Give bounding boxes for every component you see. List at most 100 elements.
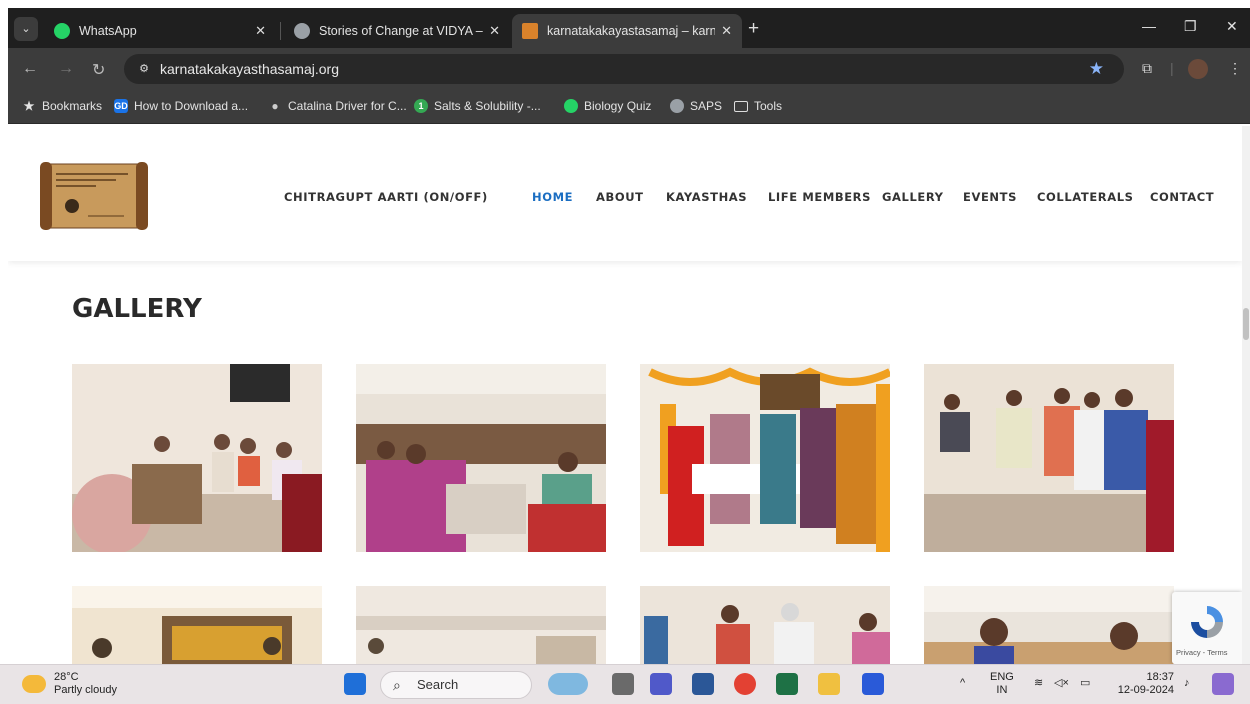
- chrome-icon[interactable]: [734, 673, 756, 695]
- scrollbar-thumb[interactable]: [1243, 308, 1249, 340]
- bookmark-how-to-download[interactable]: GD How to Download a...: [114, 99, 248, 113]
- gd-icon: GD: [114, 99, 128, 113]
- wifi-icon[interactable]: ≋: [1034, 677, 1043, 690]
- gallery-photo-4[interactable]: [924, 364, 1174, 552]
- browser-window: ⌄ WhatsApp ✕ Stories of Change at VIDYA …: [8, 8, 1250, 664]
- whatsapp-icon: [564, 99, 578, 113]
- bookmarks-bar: ★ Bookmarks GD How to Download a... ● Ca…: [8, 90, 1250, 124]
- nav-collaterals[interactable]: COLLATERALS: [1037, 190, 1134, 204]
- windows-start-icon[interactable]: [344, 673, 366, 695]
- launcher-l-icon[interactable]: [862, 673, 884, 695]
- nav-life-members[interactable]: LIFE MEMBERS: [768, 190, 871, 204]
- bookmark-label: SAPS: [690, 99, 723, 113]
- clock[interactable]: 18:37 12-09-2024: [1112, 671, 1174, 697]
- clock-date: 12-09-2024: [1117, 684, 1174, 696]
- toolbar-divider: |: [1170, 60, 1174, 76]
- page-scrollbar[interactable]: [1242, 126, 1250, 664]
- copilot-icon[interactable]: [548, 673, 588, 695]
- excel-icon[interactable]: [776, 673, 798, 695]
- bookmark-label: Biology Quiz: [584, 99, 652, 113]
- nav-chitragupt-aarti[interactable]: CHITRAGUPT AARTI (ON/OFF): [284, 190, 488, 204]
- bookmark-biology-quiz[interactable]: Biology Quiz: [564, 99, 651, 113]
- apple-icon: ●: [271, 99, 279, 113]
- bookmark-label: Catalina Driver for C...: [288, 99, 407, 113]
- bookmark-tools-folder[interactable]: Tools: [734, 99, 782, 113]
- bookmark-salts-solubility[interactable]: 1 Salts & Solubility -...: [414, 99, 541, 113]
- copilot-preview-icon[interactable]: [1212, 673, 1234, 695]
- recaptcha-badge[interactable]: Privacy - Terms: [1172, 592, 1242, 664]
- nav-home[interactable]: HOME: [532, 190, 573, 204]
- new-tab-button[interactable]: +: [748, 18, 759, 40]
- reload-icon[interactable]: ↻: [92, 60, 105, 80]
- file-explorer-icon[interactable]: [818, 673, 840, 695]
- address-bar[interactable]: ⚙ karnatakakayasthasamaj.org ★: [124, 54, 1124, 84]
- nav-about[interactable]: ABOUT: [596, 190, 644, 204]
- gallery-photo-7[interactable]: [640, 586, 890, 664]
- close-icon[interactable]: ✕: [489, 23, 500, 39]
- web-page: CHITRAGUPT AARTI (ON/OFF) HOME ABOUT KAY…: [8, 126, 1242, 664]
- recaptcha-icon: [1191, 606, 1223, 638]
- clock-time: 18:37: [1146, 671, 1174, 683]
- whatsapp-icon: [54, 23, 70, 39]
- restore-button[interactable]: ❐: [1184, 18, 1197, 35]
- gallery-photo-6[interactable]: [356, 586, 606, 664]
- tab-label: karnatakakayastasamaj – karna: [547, 24, 716, 38]
- url-text: karnatakakayasthasamaj.org: [160, 61, 339, 77]
- word-icon[interactable]: [692, 673, 714, 695]
- bookmark-catalina-driver[interactable]: ● Catalina Driver for C...: [268, 99, 407, 113]
- notification-icon[interactable]: ♪: [1184, 677, 1190, 690]
- nav-events[interactable]: EVENTS: [963, 190, 1017, 204]
- tab-karnataka-kayastha[interactable]: karnatakakayastasamaj – karna ✕: [512, 14, 742, 48]
- minimize-button[interactable]: —: [1142, 18, 1156, 34]
- page-title: GALLERY: [72, 294, 202, 324]
- taskbar-search[interactable]: ⌕ Search: [380, 671, 532, 699]
- site-info-icon[interactable]: ⚙: [136, 61, 152, 77]
- back-icon[interactable]: ←: [22, 60, 38, 78]
- globe-icon: [294, 23, 310, 39]
- tab-label: Stories of Change at VIDYA – Vi: [319, 24, 484, 38]
- tab-stories-of-change[interactable]: Stories of Change at VIDYA – Vi ✕: [284, 14, 510, 48]
- language-code: ENG: [990, 671, 1014, 683]
- region-code: IN: [996, 684, 1008, 696]
- gallery-photo-2[interactable]: [356, 364, 606, 552]
- browser-toolbar: ← → ↻ ⚙ karnatakakayasthasamaj.org ★ ⧉ |…: [8, 48, 1250, 90]
- bookmark-label: How to Download a...: [134, 99, 249, 113]
- gallery-photo-8[interactable]: [924, 586, 1174, 664]
- tab-whatsapp[interactable]: WhatsApp ✕: [44, 14, 276, 48]
- volume-muted-icon[interactable]: ◁×: [1054, 677, 1069, 690]
- partly-cloudy-icon: [22, 675, 46, 693]
- extensions-icon[interactable]: ⧉: [1142, 60, 1152, 77]
- nav-contact[interactable]: CONTACT: [1150, 190, 1214, 204]
- bookmark-label: Bookmarks: [42, 99, 103, 113]
- teams-icon[interactable]: [650, 673, 672, 695]
- gallery-photo-3[interactable]: [640, 364, 890, 552]
- windows-taskbar: 28°C Partly cloudy ⌕ Search ^ ENG IN ≋ ◁…: [0, 664, 1250, 704]
- globe-icon: [670, 99, 684, 113]
- profile-avatar[interactable]: [1188, 59, 1208, 79]
- site-logo[interactable]: [38, 160, 150, 232]
- search-label: Search: [417, 677, 459, 692]
- task-view-icon[interactable]: [612, 673, 634, 695]
- bookmark-label: Salts & Solubility -...: [434, 99, 541, 113]
- weather-widget[interactable]: 28°C Partly cloudy: [22, 671, 117, 697]
- show-hidden-icons[interactable]: ^: [960, 677, 965, 690]
- close-icon[interactable]: ✕: [255, 23, 266, 39]
- bookmark-all-bookmarks[interactable]: ★ Bookmarks: [22, 99, 102, 113]
- bookmark-saps[interactable]: SAPS: [670, 99, 722, 113]
- battery-icon[interactable]: ▭: [1080, 677, 1090, 690]
- nav-gallery[interactable]: GALLERY: [882, 190, 944, 204]
- forward-icon[interactable]: →: [58, 60, 74, 78]
- menu-icon[interactable]: ⋮: [1228, 60, 1242, 77]
- weather-condition: Partly cloudy: [54, 684, 117, 696]
- gallery-photo-5[interactable]: [72, 586, 322, 664]
- temperature: 28°C: [54, 671, 79, 683]
- gallery-photo-1[interactable]: [72, 364, 322, 552]
- recaptcha-terms[interactable]: Privacy - Terms: [1176, 648, 1228, 657]
- site-icon: [522, 23, 538, 39]
- bookmark-star-icon[interactable]: ★: [1089, 59, 1104, 79]
- nav-kayasthas[interactable]: KAYASTHAS: [666, 190, 747, 204]
- close-window-button[interactable]: ✕: [1226, 18, 1238, 35]
- tab-search-button[interactable]: ⌄: [14, 17, 38, 41]
- close-icon[interactable]: ✕: [721, 23, 732, 39]
- language-indicator[interactable]: ENG IN: [990, 671, 1014, 697]
